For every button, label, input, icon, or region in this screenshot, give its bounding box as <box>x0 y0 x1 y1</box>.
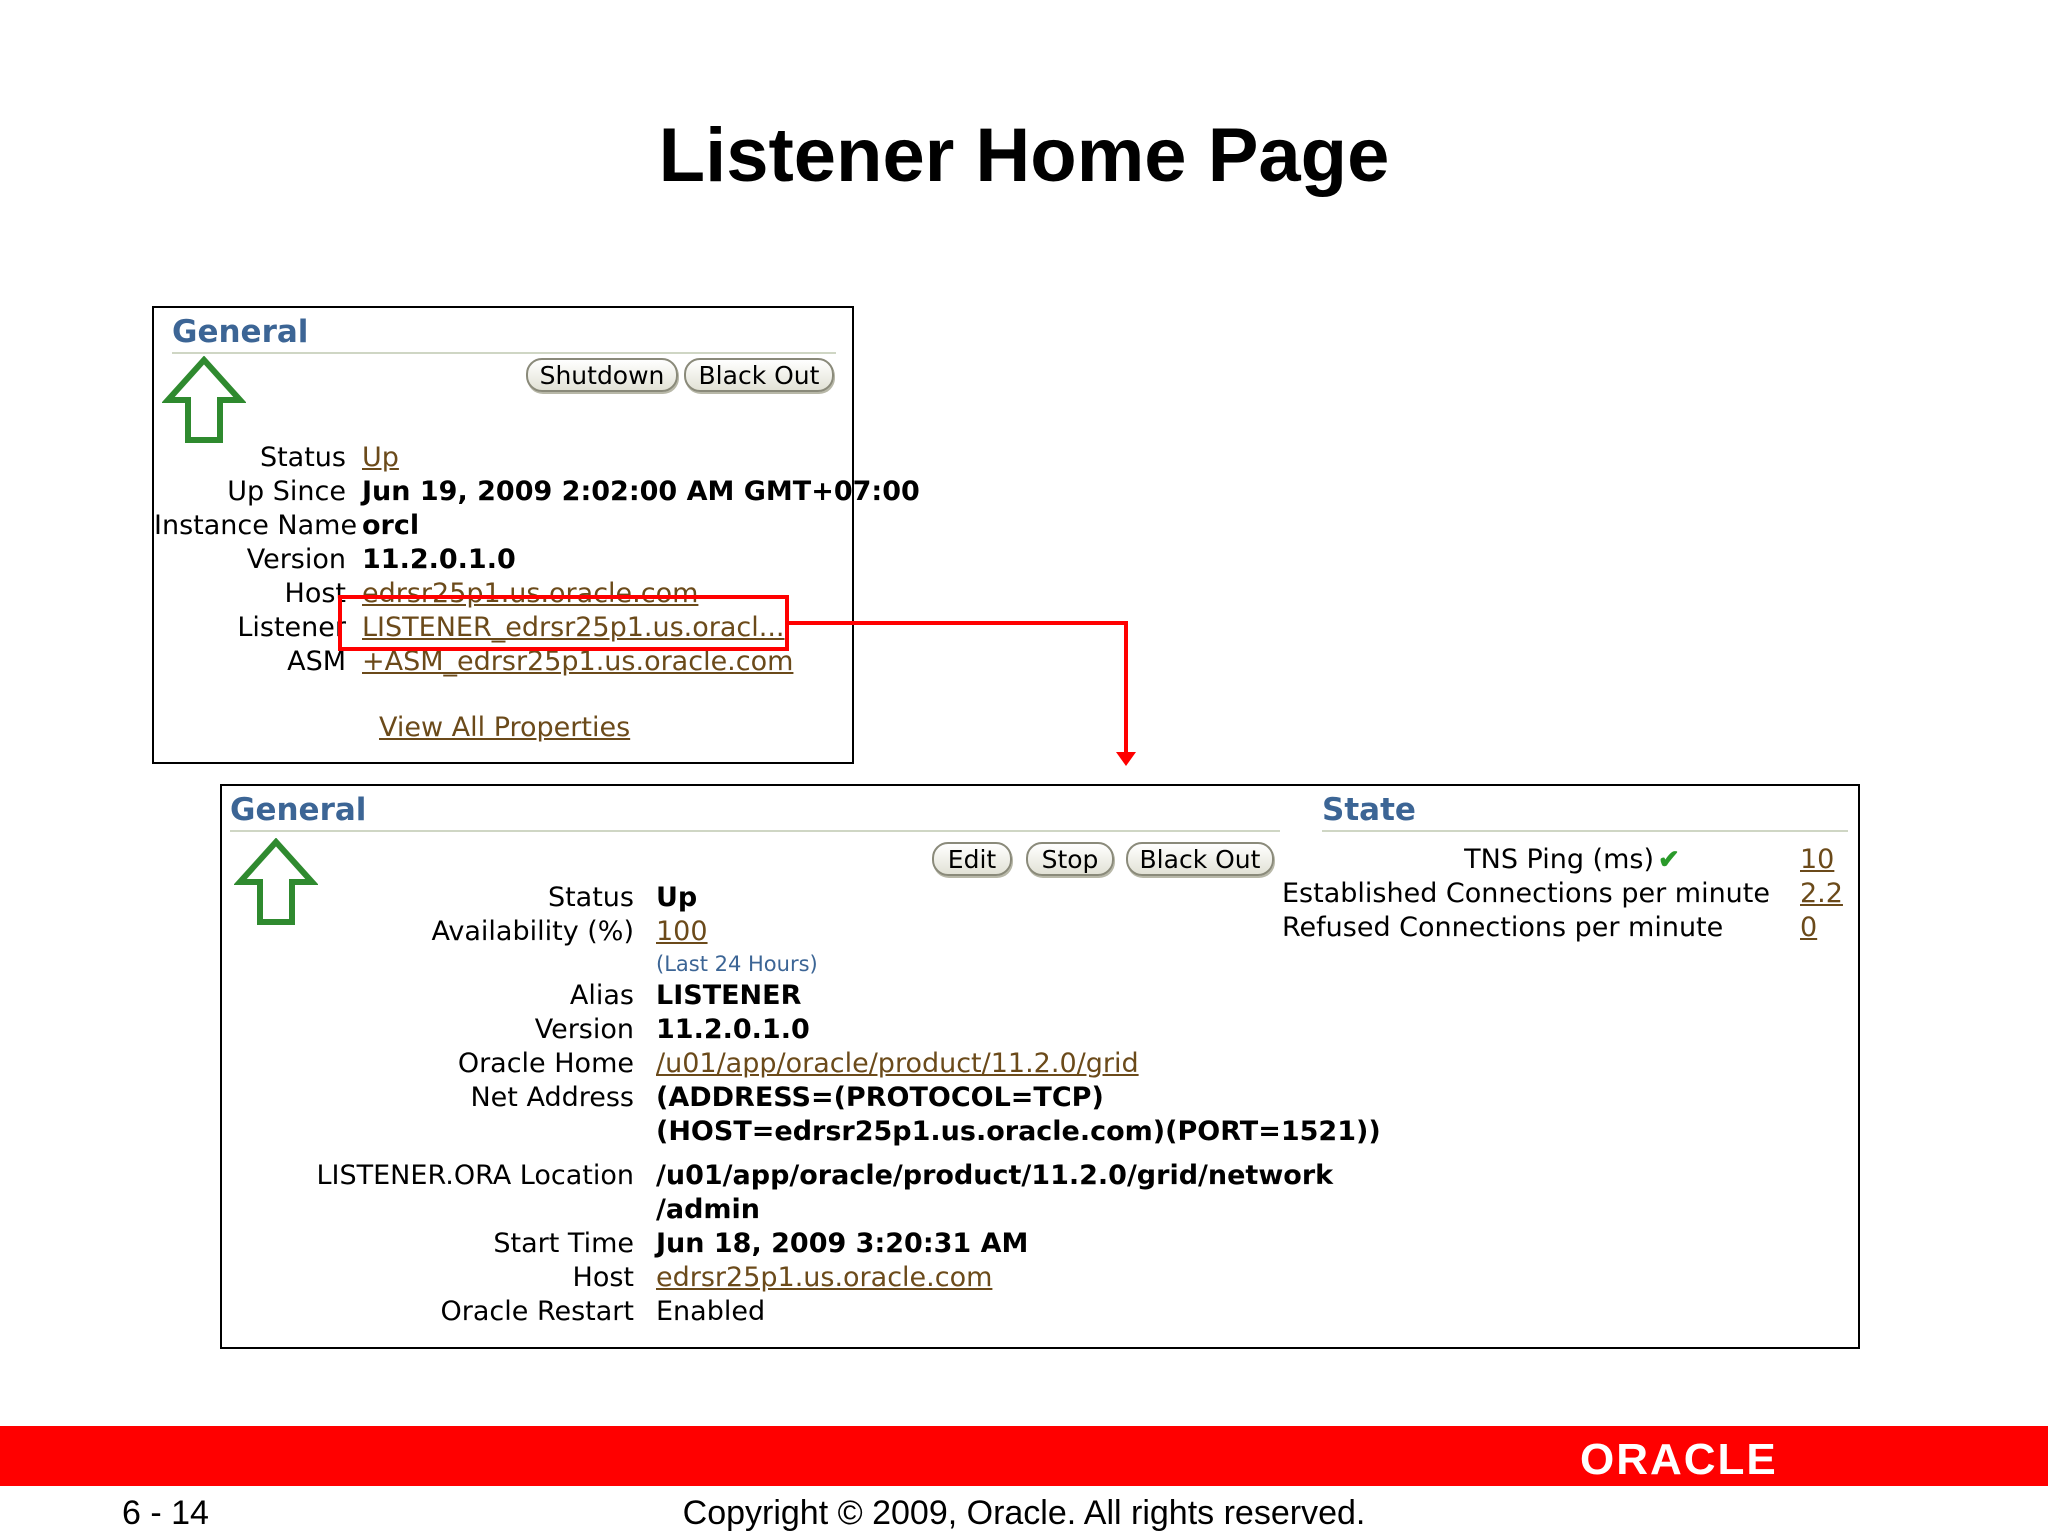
start-time-label: Start Time <box>493 1228 634 1259</box>
oracle-home-label: Oracle Home <box>457 1048 634 1079</box>
version-label: Version <box>534 1014 634 1045</box>
oracle-home-link[interactable]: /u01/app/oracle/product/11.2.0/grid <box>656 1048 1139 1079</box>
db-general-heading: General <box>172 312 836 354</box>
instance-name-label: Instance Name <box>154 510 358 541</box>
oracle-logo: ORACLE <box>1580 1436 1778 1480</box>
oracle-restart-value: Enabled <box>656 1296 766 1327</box>
status-link[interactable]: Up <box>362 442 399 473</box>
oracle-restart-label: Oracle Restart <box>440 1296 634 1327</box>
connector-line-horizontal <box>787 621 1128 625</box>
status-label: Status <box>547 882 634 913</box>
shutdown-button[interactable]: Shutdown <box>526 358 678 392</box>
black-out-button[interactable]: Black Out <box>684 358 834 392</box>
version-value: 11.2.0.1.0 <box>656 1014 810 1045</box>
established-connections-link[interactable]: 2.2 <box>1800 878 1843 909</box>
net-address-line2: (HOST=edrsr25p1.us.oracle.com)(PORT=1521… <box>656 1116 1381 1147</box>
listener-ora-location-line2: /admin <box>656 1194 761 1225</box>
start-time-value: Jun 18, 2009 3:20:31 AM <box>656 1228 1029 1259</box>
alias-label: Alias <box>569 980 634 1011</box>
availability-label: Availability (%) <box>431 916 634 947</box>
alias-value: LISTENER <box>656 980 802 1011</box>
connector-arrowhead <box>1116 752 1136 766</box>
net-address-line1: (ADDRESS=(PROTOCOL=TCP) <box>656 1082 1104 1113</box>
state-heading: State <box>1322 790 1848 832</box>
listener-label: Listener <box>237 612 346 643</box>
version-label: Version <box>246 544 346 575</box>
listener-general-heading: General <box>230 790 1280 832</box>
checkmark-icon: ✔ <box>1658 844 1680 874</box>
up-arrow-icon <box>162 356 246 443</box>
svg-text:ORACLE: ORACLE <box>1580 1436 1778 1480</box>
up-since-value: Jun 19, 2009 2:02:00 AM GMT+07:00 <box>362 476 920 507</box>
availability-note: (Last 24 Hours) <box>656 952 818 976</box>
host-link[interactable]: edrsr25p1.us.oracle.com <box>656 1262 992 1293</box>
asm-label: ASM <box>287 646 346 677</box>
refused-connections-label: Refused Connections per minute <box>1282 912 1724 943</box>
availability-link[interactable]: 100 <box>656 916 708 947</box>
refused-connections-link[interactable]: 0 <box>1800 912 1817 943</box>
net-address-label: Net Address <box>470 1082 634 1113</box>
version-value: 11.2.0.1.0 <box>362 544 516 575</box>
host-label: Host <box>284 578 346 609</box>
instance-name-value: orcl <box>362 510 420 541</box>
slide-title: Listener Home Page <box>658 113 1390 198</box>
status-label: Status <box>259 442 346 473</box>
listener-panel: General Edit Stop Black Out Status Up Av… <box>220 784 1860 1349</box>
host-label: Host <box>572 1262 634 1293</box>
up-since-label: Up Since <box>227 476 346 507</box>
tns-ping-label: TNS Ping (ms) <box>1464 844 1654 875</box>
connector-line-vertical <box>1124 621 1128 756</box>
view-all-properties-link[interactable]: View All Properties <box>379 712 630 743</box>
listener-ora-location-line1: /u01/app/oracle/product/11.2.0/grid/netw… <box>656 1160 1334 1191</box>
stop-button[interactable]: Stop <box>1026 842 1114 876</box>
edit-button[interactable]: Edit <box>932 842 1012 876</box>
db-general-panel: General Shutdown Black Out Status Up Up … <box>152 306 920 764</box>
established-connections-label: Established Connections per minute <box>1282 878 1770 909</box>
black-out-button[interactable]: Black Out <box>1126 842 1274 876</box>
status-value: Up <box>656 882 698 913</box>
listener-highlight-box <box>338 595 789 651</box>
copyright-text: Copyright © 2009, Oracle. All rights res… <box>682 1494 1366 1532</box>
listener-ora-location-label: LISTENER.ORA Location <box>316 1160 634 1191</box>
tns-ping-link[interactable]: 10 <box>1800 844 1834 875</box>
